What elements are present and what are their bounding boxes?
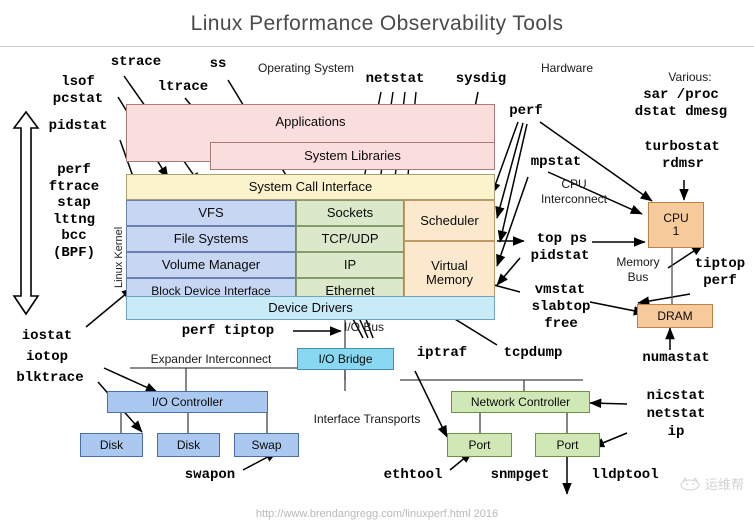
box-sockets: Sockets [296,200,404,226]
box-disk-2: Disk [157,433,220,457]
tool-lsof: lsof [61,74,95,90]
tool-slabtop: slabtop [531,299,591,315]
tool-perf-tiptop: perf tiptop [181,323,275,339]
label-cpu-interconnect: CPU Interconnect [540,177,608,206]
box-volume-manager: Volume Manager [126,252,296,278]
tool-dstat-dmesg: dstat dmesg [634,104,728,120]
tool-turbostat: turbostat [644,139,720,155]
tool-swapon: swapon [184,467,236,483]
tool-pcstat: pcstat [52,91,104,107]
tool-ltrace: ltrace [157,79,209,95]
box-system-call-interface: System Call Interface [126,174,495,200]
tool-pidstat-left: pidstat [48,118,108,134]
diagram-root: Linux Performance Observability Tools Ap… [0,0,754,532]
box-device-drivers: Device Drivers [126,296,495,320]
tool-sysdig: sysdig [455,71,507,87]
tool-netstat-right: netstat [646,406,706,422]
tool-iptraf: iptraf [416,345,468,361]
tool-rdmsr: rdmsr [661,156,704,172]
label-io-bus: I/O Bus [344,320,385,334]
box-dram: DRAM [637,304,713,328]
box-swap: Swap [234,433,299,457]
box-disk-1: Disk [80,433,143,457]
label-interface-transports: Interface Transports [313,412,421,426]
label-hardware: Hardware [540,61,594,75]
box-network-controller: Network Controller [451,391,590,413]
watermark: 运维帮 [679,474,744,493]
tool-iostat: iostat [21,328,73,344]
tool-iotop: iotop [25,349,68,365]
box-cpu: CPU 1 [648,202,704,248]
tool-ethtool: ethtool [383,467,443,483]
tool-lldptool: lldptool [591,467,659,483]
tool-free: free [544,316,578,332]
tool-perf-top: perf [509,103,543,119]
label-expander-interconnect: Expander Interconnect [150,352,272,366]
tool-blktrace: blktrace [16,370,84,386]
tool-netstat-top: netstat [365,71,425,87]
box-port-2: Port [535,433,600,457]
box-system-libraries: System Libraries [210,142,495,170]
box-io-bridge: I/O Bridge [297,348,394,370]
tool-mpstat: mpstat [530,154,582,170]
box-scheduler: Scheduler [404,200,495,241]
cat-logo-icon [680,476,700,490]
tool-sar-proc: sar /proc [643,87,719,103]
footer-url: http://www.brendangregg.com/linuxperf.ht… [255,508,499,520]
tool-ip: ip [667,424,685,440]
tool-top-ps: top ps [536,231,588,247]
label-memory-bus: Memory Bus [616,255,660,284]
box-virtual-memory: Virtual Memory [404,241,495,304]
tool-snmpget: snmpget [490,467,550,483]
box-ip: IP [296,252,404,278]
tool-tiptop-perf: tiptop perf [694,256,746,289]
label-operating-system: Operating System [257,61,355,75]
tool-ss: ss [209,56,227,72]
tool-vmstat: vmstat [534,282,586,298]
tool-strace: strace [110,54,162,70]
tool-pidstat-right: pidstat [530,248,590,264]
label-linux-kernel: Linux Kernel [113,226,125,288]
tool-tcpdump: tcpdump [503,345,563,361]
box-file-systems: File Systems [126,226,296,252]
tool-numastat: numastat [642,350,710,366]
tool-perf-block: perf ftrace stap lttng bcc (BPF) [48,162,100,261]
watermark-text: 运维帮 [704,477,744,492]
tool-nicstat: nicstat [646,388,706,404]
box-port-1: Port [447,433,512,457]
box-vfs: VFS [126,200,296,226]
box-tcp-udp: TCP/UDP [296,226,404,252]
label-various: Various: [668,70,712,84]
box-io-controller: I/O Controller [107,391,268,413]
